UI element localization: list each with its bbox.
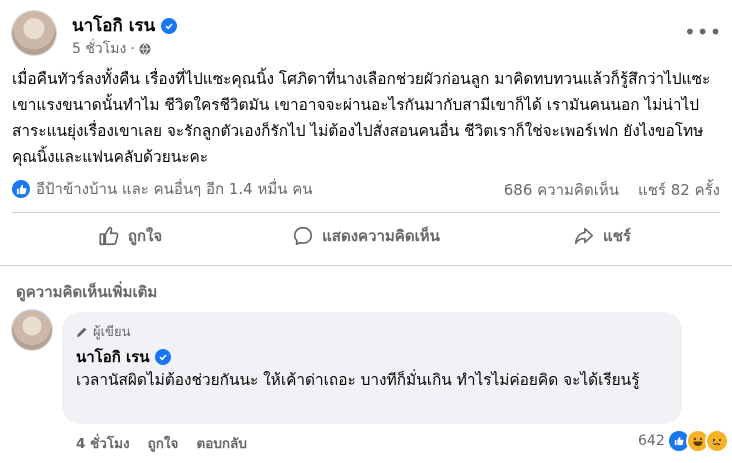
author-badge: ผู้เขียน	[76, 321, 130, 342]
pencil-icon	[77, 327, 87, 337]
post-author-name[interactable]: นาโอกิ เรน	[72, 12, 155, 39]
reaction-summary[interactable]: อีป้าข้างบ้าน และ คนอื่นๆ อีก 1.4 หมื่น …	[12, 177, 313, 201]
comment-actions: 4 ชั่วโมง ถูกใจ ตอบกลับ	[76, 432, 247, 454]
post-time[interactable]: 5 ชั่วโมง	[72, 38, 126, 60]
like-icon	[12, 180, 30, 198]
post-author-avatar[interactable]	[12, 11, 56, 55]
share-button[interactable]: แชร์	[484, 214, 720, 258]
comment-time[interactable]: 4 ชั่วโมง	[76, 432, 130, 454]
like-button-label: ถูกใจ	[127, 227, 163, 245]
share-icon	[574, 227, 594, 245]
like-button[interactable]: ถูกใจ	[12, 214, 248, 258]
post-text: เมื่อคืนทัวร์ลงทั้งคืน เรื่องที่ไปแซะคุณ…	[12, 70, 711, 166]
comment-text: เวลานัสผิดไม่ต้องช่วยกันนะ ให้เค้าด่าเถอ…	[76, 371, 640, 389]
author-badge-label: ผู้เขียน	[93, 325, 131, 340]
comment-reply-button[interactable]: ตอบกลับ	[196, 432, 246, 454]
comment-reaction-count: 642	[638, 433, 665, 449]
comment-button-label: แสดงความคิดเห็น	[322, 227, 440, 245]
more-comments-link[interactable]: ดูความคิดเห็นเพิ่มเติม	[16, 280, 157, 304]
globe-icon	[139, 43, 151, 55]
share-button-label: แชร์	[603, 227, 631, 245]
comment-icon	[294, 226, 313, 246]
shares-count[interactable]: แชร์ 82 ครั้ง	[638, 181, 720, 199]
comment-button[interactable]: แสดงความคิดเห็น	[248, 214, 484, 258]
post-meta: 5 ชั่วโมง ·	[72, 38, 151, 60]
reaction-summary-text[interactable]: อีป้าข้างบ้าน และ คนอื่นๆ อีก 1.4 หมื่น …	[36, 177, 313, 201]
comment-reactions[interactable]: 642	[638, 429, 729, 453]
verified-icon	[161, 17, 178, 34]
divider	[0, 265, 732, 266]
comment-author-name[interactable]: นาโอกิ เรน	[76, 345, 149, 369]
cry-icon	[704, 429, 729, 453]
comments-count[interactable]: 686 ความคิดเห็น	[504, 181, 619, 199]
comment-author-avatar[interactable]	[12, 310, 52, 350]
post-author[interactable]: นาโอกิ เรน	[72, 12, 178, 39]
divider	[12, 212, 720, 213]
like-icon	[99, 226, 119, 246]
post-action-bar: ถูกใจ แสดงความคิดเห็น แชร์	[12, 214, 720, 258]
more-icon[interactable]: •••	[684, 22, 722, 42]
verified-icon	[155, 349, 172, 365]
comment-like-button[interactable]: ถูกใจ	[148, 432, 179, 454]
comment-author[interactable]: นาโอกิ เรน	[76, 345, 172, 369]
post-stats: 686 ความคิดเห็น แชร์ 82 ครั้ง	[484, 178, 720, 202]
